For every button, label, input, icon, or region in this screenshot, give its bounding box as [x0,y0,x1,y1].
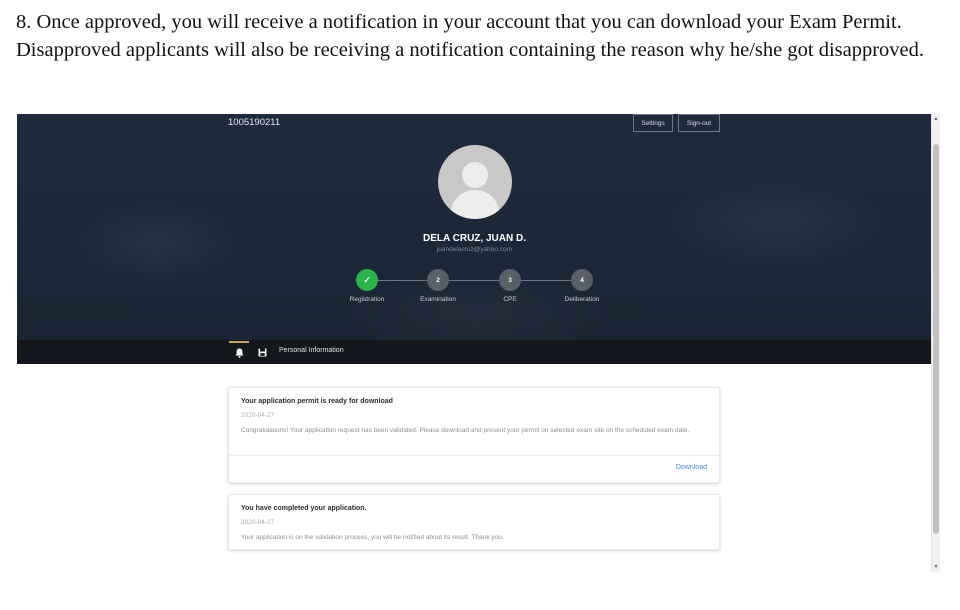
account-id: 1005190211 [228,117,281,128]
notification-title: You have completed your application. [241,505,367,512]
sign-out-button[interactable]: Sign-out [678,114,720,132]
notification-body: Your application is on the validation pr… [241,534,504,541]
step-examination-label: Examination [420,296,456,303]
scrollbar-thumb[interactable] [933,144,939,534]
avatar [438,145,512,219]
step-registration-label: Registration [349,296,385,303]
notification-date: 2020-04-27 [241,412,275,419]
scroll-down-arrow-icon[interactable]: ▼ [932,562,940,572]
step-examination-marker: 2 [427,269,449,291]
scroll-up-arrow-icon[interactable]: ▲ [932,114,940,124]
notification-body: Congratulations! Your application reques… [241,427,690,434]
step-deliberation-label: Deliberation [564,296,600,303]
bell-icon [235,348,243,358]
card-divider [229,455,719,456]
step-cpe-marker: 3 [499,269,521,291]
instruction-paragraph: 8. Once approved, you will receive a not… [16,11,925,61]
profile-header: 1005190211 Settings Sign-out DELA CRUZ, … [17,114,931,340]
settings-button[interactable]: Settings [633,114,673,132]
notification-card: You have completed your application. 202… [228,494,720,550]
tab-saved[interactable] [253,340,271,364]
download-link[interactable]: Download [676,464,707,471]
user-silhouette-icon [450,162,500,219]
notification-card: Your application permit is ready for dow… [228,387,720,483]
step-registration-marker: ✓ [356,269,378,291]
screenshot-frame: 1005190211 Settings Sign-out DELA CRUZ, … [17,114,940,572]
user-name: DELA CRUZ, JUAN D. [423,233,526,244]
tab-personal-information[interactable]: Personal Information [279,347,344,354]
user-email: juandelacruz@yahoo.com [436,246,513,253]
scrollbar[interactable]: ▲ ▼ [931,114,940,572]
floppy-disk-icon [258,348,266,356]
notifications-panel: Your application permit is ready for dow… [17,364,931,572]
step-cpe-label: CPE [503,296,517,303]
notification-date: 2020-04-27 [241,519,275,526]
notification-title: Your application permit is ready for dow… [241,398,393,405]
step-deliberation-marker: 4 [571,269,593,291]
tab-bar: Personal Information [17,340,931,364]
tab-notifications[interactable] [229,341,249,363]
